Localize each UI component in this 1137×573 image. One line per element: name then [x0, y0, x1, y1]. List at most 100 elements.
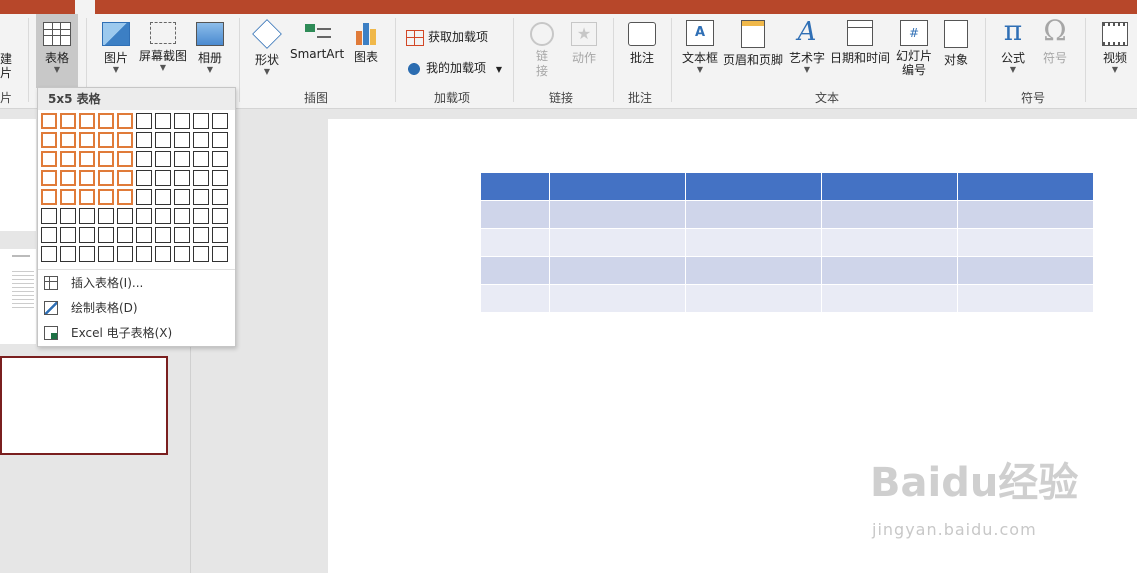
table-grid-cell[interactable] [136, 227, 152, 243]
table-grid-cell[interactable] [212, 170, 228, 186]
table-grid-cell[interactable] [136, 246, 152, 262]
table-grid-cell[interactable] [174, 132, 190, 148]
table-cell[interactable] [481, 284, 550, 312]
table-grid-cell[interactable] [60, 151, 76, 167]
table-grid-cell[interactable] [155, 113, 171, 129]
table-cell[interactable] [549, 228, 686, 257]
table-cell[interactable] [685, 228, 822, 257]
table-grid-cell[interactable] [212, 208, 228, 224]
table-grid-cell[interactable] [193, 227, 209, 243]
table-cell[interactable] [957, 173, 1095, 201]
table-cell[interactable] [957, 228, 1095, 257]
table-cell[interactable] [481, 173, 550, 201]
excel-spreadsheet-menu-item[interactable]: Excel 电子表格(X) [38, 321, 235, 345]
smartart-button[interactable]: SmartArt [290, 22, 344, 61]
get-addins-button[interactable]: 获取加载项 [406, 28, 488, 46]
table-grid-cell[interactable] [60, 113, 76, 129]
table-grid-cell[interactable] [117, 189, 133, 205]
table-grid-cell[interactable] [41, 227, 57, 243]
table-grid-cell[interactable] [193, 132, 209, 148]
table-cell[interactable] [821, 256, 958, 285]
video-button[interactable]: 视频 ▼ [1100, 22, 1130, 74]
table-grid-cell[interactable] [41, 113, 57, 129]
table-grid-cell[interactable] [98, 246, 114, 262]
table-cell[interactable] [481, 200, 550, 229]
table-cell[interactable] [481, 228, 550, 257]
table-row[interactable] [481, 228, 1095, 257]
table-cell[interactable] [685, 173, 822, 201]
slide-number-button[interactable]: # 幻灯片编号 [894, 20, 934, 77]
equation-button[interactable]: π 公式 ▼ [998, 16, 1028, 74]
table-grid-cell[interactable] [98, 151, 114, 167]
table-grid-cell[interactable] [212, 151, 228, 167]
table-grid-cell[interactable] [79, 132, 95, 148]
table-button[interactable]: 表格 ▼ [36, 14, 78, 88]
table-cell[interactable] [957, 256, 1095, 285]
table-row[interactable] [481, 284, 1095, 312]
table-grid-cell[interactable] [41, 132, 57, 148]
table-cell[interactable] [957, 284, 1095, 312]
table-cell[interactable] [549, 200, 686, 229]
slide-thumbnail-1[interactable] [0, 119, 36, 231]
photo-album-button[interactable]: 相册 ▼ [194, 22, 226, 74]
table-grid-cell[interactable] [60, 132, 76, 148]
table-grid-cell[interactable] [60, 246, 76, 262]
table-grid-cell[interactable] [117, 227, 133, 243]
table-grid-cell[interactable] [136, 113, 152, 129]
table-grid-cell[interactable] [98, 208, 114, 224]
table-cell[interactable] [685, 200, 822, 229]
table-grid-cell[interactable] [212, 189, 228, 205]
table-grid-cell[interactable] [174, 151, 190, 167]
table-cell[interactable] [821, 200, 958, 229]
table-grid-cell[interactable] [79, 208, 95, 224]
table-grid-cell[interactable] [174, 208, 190, 224]
table-grid-cell[interactable] [136, 132, 152, 148]
table-grid-cell[interactable] [155, 132, 171, 148]
table-grid-cell[interactable] [193, 170, 209, 186]
table-row[interactable] [481, 200, 1095, 229]
table-grid-cell[interactable] [174, 170, 190, 186]
table-grid-cell[interactable] [174, 246, 190, 262]
table-cell[interactable] [549, 284, 686, 312]
date-time-button[interactable]: 日期和时间 [830, 20, 890, 66]
table-row[interactable] [481, 256, 1095, 285]
table-grid-cell[interactable] [79, 170, 95, 186]
shapes-button[interactable]: 形状 ▼ [250, 19, 284, 76]
table-grid-cell[interactable] [155, 151, 171, 167]
table-grid-cell[interactable] [155, 246, 171, 262]
table-grid-cell[interactable] [136, 170, 152, 186]
table-grid-cell[interactable] [193, 113, 209, 129]
table-grid-cell[interactable] [98, 189, 114, 205]
table-grid-cell[interactable] [193, 246, 209, 262]
comment-button[interactable]: 批注 [627, 22, 657, 66]
table-grid-cell[interactable] [79, 189, 95, 205]
table-grid-cell[interactable] [117, 151, 133, 167]
table-cell[interactable] [685, 284, 822, 312]
textbox-button[interactable]: A 文本框 ▼ [680, 20, 720, 74]
table-grid-cell[interactable] [136, 151, 152, 167]
link-button[interactable]: 链接 [528, 22, 556, 79]
table-grid-cell[interactable] [60, 189, 76, 205]
table-grid-cell[interactable] [41, 208, 57, 224]
table-grid-cell[interactable] [98, 227, 114, 243]
table-cell[interactable] [821, 284, 958, 312]
slide-table[interactable] [481, 173, 1095, 312]
table-cell[interactable] [549, 256, 686, 285]
table-grid-cell[interactable] [41, 170, 57, 186]
table-grid-cell[interactable] [136, 208, 152, 224]
table-grid-cell[interactable] [41, 246, 57, 262]
table-grid-cell[interactable] [117, 170, 133, 186]
header-footer-button[interactable]: 页眉和页脚 [722, 20, 784, 68]
table-grid-cell[interactable] [41, 151, 57, 167]
table-grid-cell[interactable] [212, 113, 228, 129]
table-grid-cell[interactable] [60, 208, 76, 224]
chart-button[interactable]: 图表 [351, 21, 381, 65]
table-grid-cell[interactable] [136, 189, 152, 205]
table-grid-cell[interactable] [98, 113, 114, 129]
action-button[interactable]: ★ 动作 [568, 22, 600, 66]
table-grid-cell[interactable] [212, 132, 228, 148]
table-grid-cell[interactable] [193, 151, 209, 167]
table-grid-cell[interactable] [117, 132, 133, 148]
table-cell[interactable] [821, 228, 958, 257]
my-addins-button[interactable]: 我的加载项 ▼ [406, 59, 502, 76]
